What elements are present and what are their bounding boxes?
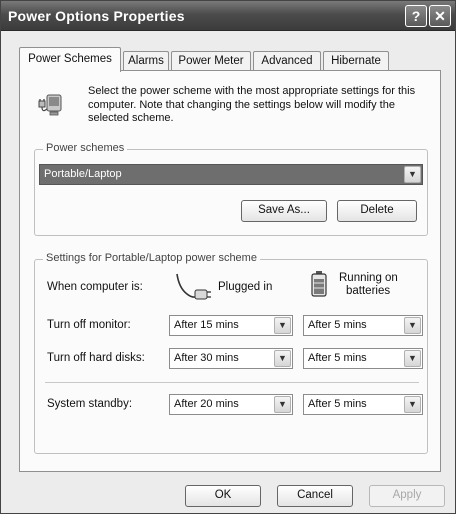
save-as-button[interactable]: Save As... bbox=[241, 200, 327, 222]
tab-hibernate[interactable]: Hibernate bbox=[323, 51, 389, 71]
title-bar[interactable]: Power Options Properties ? ✕ bbox=[1, 1, 455, 31]
tab-alarms[interactable]: Alarms bbox=[123, 51, 169, 71]
battery-icon bbox=[311, 270, 327, 301]
scheme-settings-group: Settings for Portable/Laptop power schem… bbox=[34, 252, 428, 454]
hard-disks-plugged-value: After 30 mins bbox=[174, 352, 239, 364]
power-schemes-group: Power schemes Portable/Laptop ▼ Save As.… bbox=[34, 142, 428, 236]
power-options-icon bbox=[36, 87, 68, 122]
chevron-down-icon[interactable]: ▼ bbox=[274, 396, 291, 413]
turn-off-hard-disks-label: Turn off hard disks: bbox=[47, 352, 145, 364]
power-scheme-value: Portable/Laptop bbox=[44, 168, 122, 180]
standby-battery-value: After 5 mins bbox=[308, 398, 367, 410]
cancel-button[interactable]: Cancel bbox=[277, 485, 353, 507]
running-on-batteries-label-1: Running on bbox=[339, 272, 398, 284]
divider bbox=[45, 382, 419, 383]
chevron-down-icon[interactable]: ▼ bbox=[274, 317, 291, 334]
tab-power-meter[interactable]: Power Meter bbox=[171, 51, 251, 71]
power-schemes-legend: Power schemes bbox=[43, 142, 128, 154]
standby-battery-select[interactable]: After 5 mins ▼ bbox=[303, 394, 423, 415]
power-schemes-panel: Select the power scheme with the most ap… bbox=[19, 70, 441, 472]
chevron-down-icon[interactable]: ▼ bbox=[274, 350, 291, 367]
chevron-down-icon[interactable]: ▼ bbox=[404, 317, 421, 334]
delete-button[interactable]: Delete bbox=[337, 200, 417, 222]
help-button[interactable]: ? bbox=[405, 5, 427, 27]
when-computer-is-label: When computer is: bbox=[47, 281, 143, 293]
tab-power-schemes[interactable]: Power Schemes bbox=[19, 47, 121, 72]
monitor-plugged-value: After 15 mins bbox=[174, 319, 239, 331]
standby-plugged-value: After 20 mins bbox=[174, 398, 239, 410]
standby-plugged-select[interactable]: After 20 mins ▼ bbox=[169, 394, 293, 415]
chevron-down-icon[interactable]: ▼ bbox=[404, 396, 421, 413]
hard-disks-battery-value: After 5 mins bbox=[308, 352, 367, 364]
power-scheme-select[interactable]: Portable/Laptop ▼ bbox=[39, 164, 423, 185]
chevron-down-icon[interactable]: ▼ bbox=[404, 350, 421, 367]
turn-off-monitor-label: Turn off monitor: bbox=[47, 319, 131, 331]
chevron-down-icon[interactable]: ▼ bbox=[404, 166, 421, 183]
apply-button[interactable]: Apply bbox=[369, 485, 445, 507]
hard-disks-battery-select[interactable]: After 5 mins ▼ bbox=[303, 348, 423, 369]
system-standby-label: System standby: bbox=[47, 398, 133, 410]
intro-description: Select the power scheme with the most ap… bbox=[88, 85, 416, 124]
plugged-in-label: Plugged in bbox=[218, 281, 273, 293]
close-button[interactable]: ✕ bbox=[429, 5, 451, 27]
power-options-dialog: Power Options Properties ? ✕ Power Schem… bbox=[0, 0, 456, 514]
running-on-batteries-label-2: batteries bbox=[346, 285, 391, 297]
monitor-battery-value: After 5 mins bbox=[308, 319, 367, 331]
plug-icon bbox=[173, 270, 213, 309]
hard-disks-plugged-select[interactable]: After 30 mins ▼ bbox=[169, 348, 293, 369]
monitor-battery-select[interactable]: After 5 mins ▼ bbox=[303, 315, 423, 336]
monitor-plugged-select[interactable]: After 15 mins ▼ bbox=[169, 315, 293, 336]
window-title: Power Options Properties bbox=[8, 8, 185, 24]
tab-advanced[interactable]: Advanced bbox=[253, 51, 321, 71]
ok-button[interactable]: OK bbox=[185, 485, 261, 507]
scheme-settings-legend: Settings for Portable/Laptop power schem… bbox=[43, 252, 260, 264]
